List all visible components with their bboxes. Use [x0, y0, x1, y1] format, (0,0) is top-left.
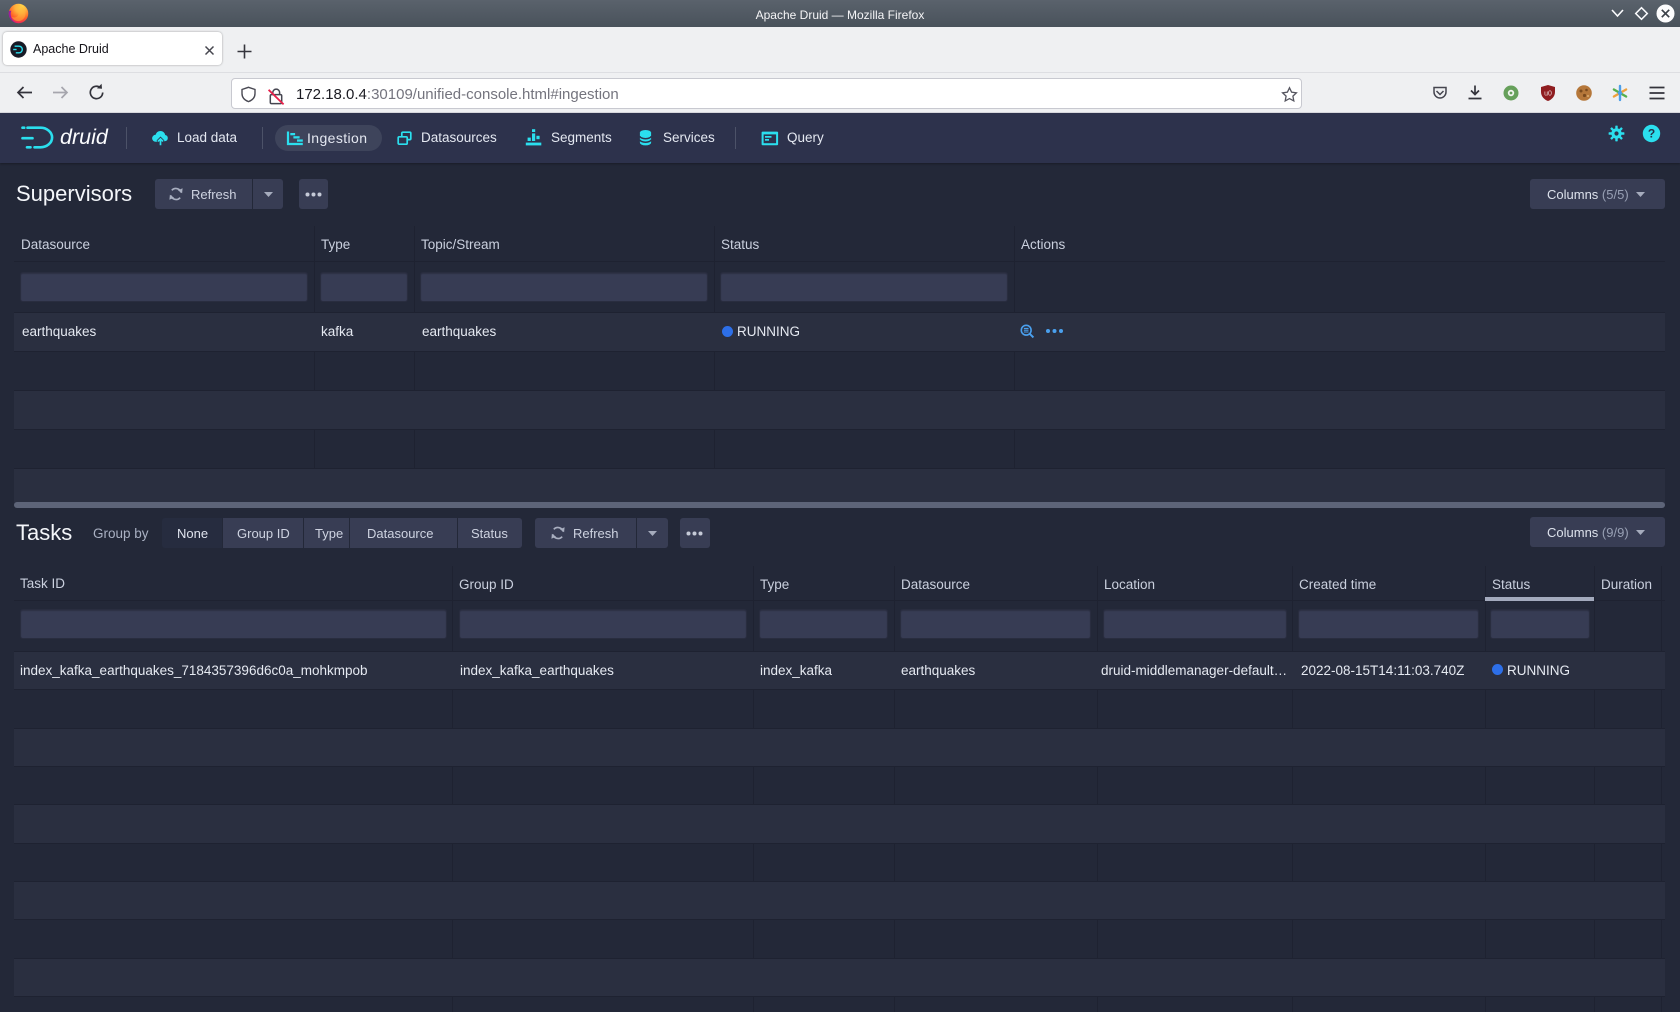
- svg-text:u0: u0: [1544, 91, 1552, 98]
- svg-text:?: ?: [1648, 127, 1655, 141]
